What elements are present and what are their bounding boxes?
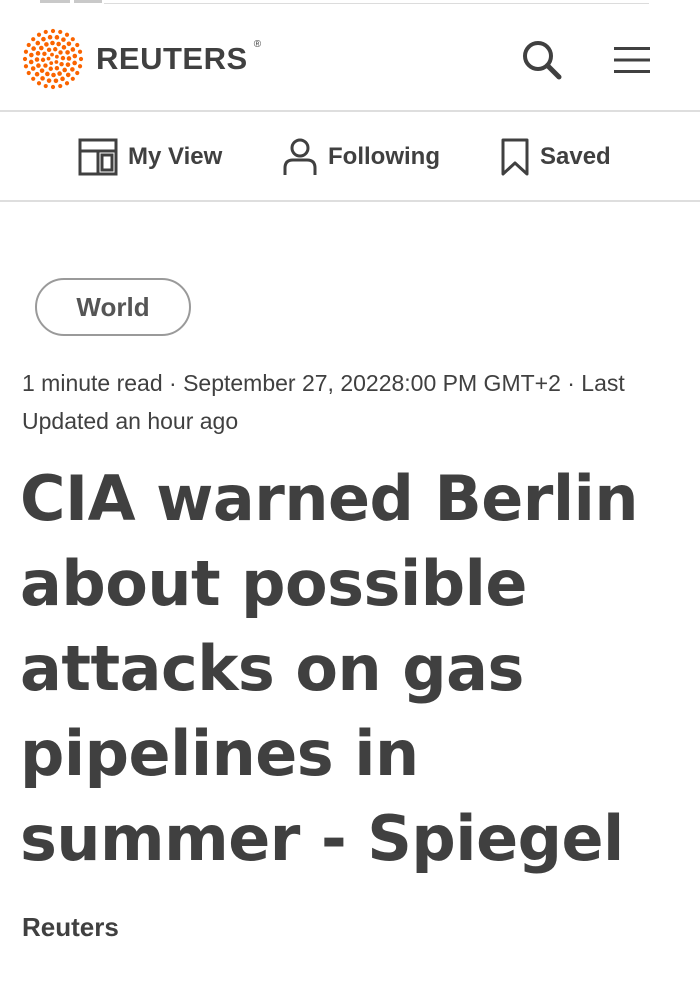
article-byline[interactable]: Reuters [22,912,119,943]
section-tag-world[interactable]: World [35,278,191,336]
subnav-item-my-view[interactable]: My View [78,136,222,178]
hamburger-menu-icon [614,47,650,73]
brand-text: REUTERS [96,41,248,76]
subnav-item-following[interactable]: Following [282,136,440,178]
menu-button[interactable] [608,36,656,84]
search-button[interactable] [518,36,566,84]
search-icon [523,41,562,80]
brand-name: REUTERS ® [96,39,261,77]
subnav-label-saved: Saved [540,143,611,170]
subnav-item-saved[interactable]: Saved [500,136,611,178]
article-meta: 1 minute read · September 27, 20228:00 P… [22,370,625,434]
site-header: REUTERS ® [0,6,700,112]
top-divider [104,3,649,4]
reuters-logo-icon [22,28,84,90]
tab-indicator [40,0,70,3]
article-headline: CIA warned Berlin about possible attacks… [20,462,639,875]
bookmark-icon [500,137,530,177]
registered-mark: ® [253,39,262,50]
subnav-label-my-view: My View [128,143,223,170]
account-subnav: My View Following Saved [0,112,700,202]
person-icon [282,137,318,177]
subnav-label-following: Following [328,143,440,170]
tab-indicator [74,0,102,3]
layout-grid-icon [78,137,118,177]
reuters-logo[interactable]: REUTERS ® [22,28,261,90]
